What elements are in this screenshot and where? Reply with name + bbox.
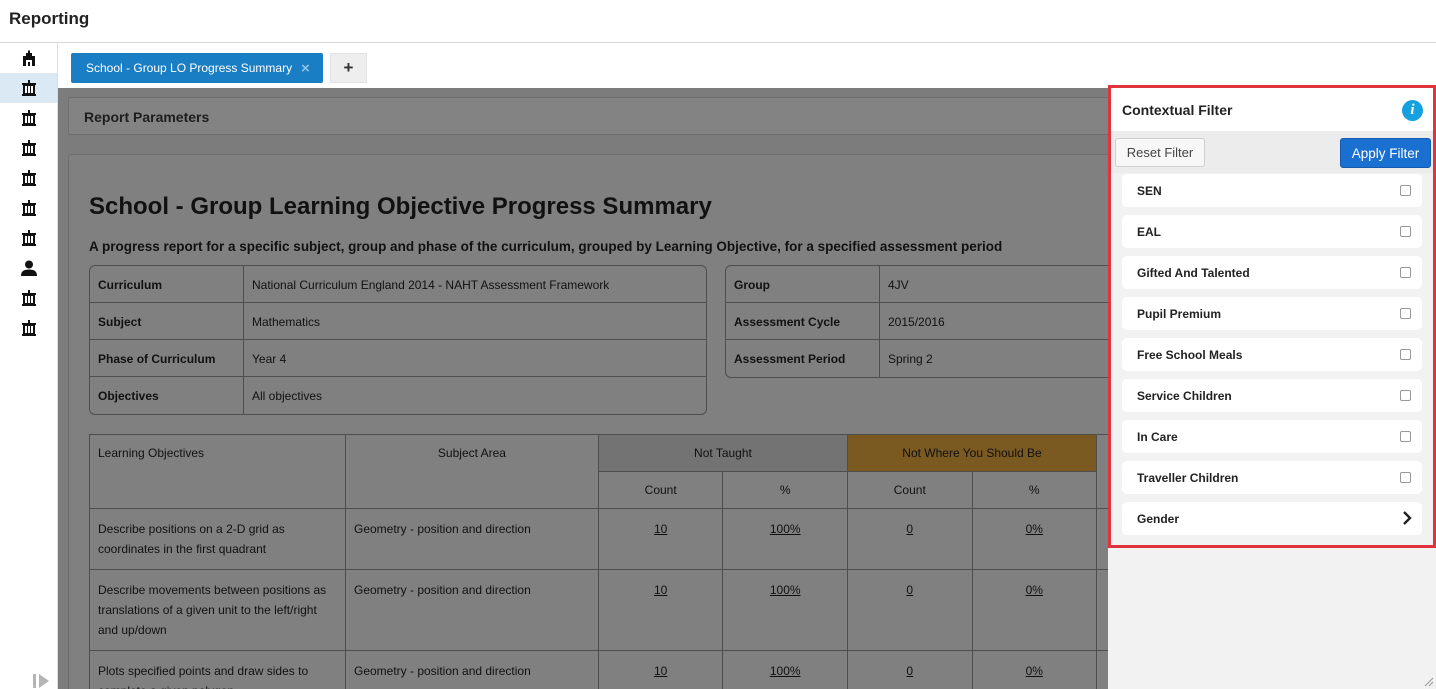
learning-objectives-table: Learning Objectives Subject Area Not Tau…: [89, 434, 1108, 689]
report-parameters-header[interactable]: Report Parameters: [68, 97, 1108, 135]
person-icon: [20, 260, 37, 276]
sidebar-item-school-6[interactable]: [0, 223, 57, 253]
overflow-cell: [1096, 650, 1108, 689]
col-header-not-taught: Not Taught: [597, 434, 849, 472]
sidebar-item-school-2[interactable]: [0, 103, 57, 133]
info-row: Subject Mathematics: [90, 303, 706, 340]
tab-bar: School - Group LO Progress Summary × +: [58, 43, 1436, 88]
sidebar-item-school-3[interactable]: [0, 133, 57, 163]
not-taught-percent-link[interactable]: 100%: [722, 569, 848, 651]
school-building-icon: [21, 170, 36, 186]
highlight-frame: [1108, 85, 1436, 548]
sidebar-collapse-icon[interactable]: [33, 674, 49, 688]
not-taught-percent-link[interactable]: 100%: [722, 650, 848, 689]
close-icon[interactable]: ×: [301, 61, 313, 76]
col-header-count: Count: [597, 471, 724, 509]
school-building-icon: [21, 80, 36, 96]
col-header-percent: %: [722, 471, 848, 509]
school-building-icon: [21, 290, 36, 306]
sidebar-item-school-group[interactable]: [0, 43, 57, 73]
info-key: Objectives: [90, 377, 244, 414]
school-building-icon: [21, 140, 36, 156]
info-row: Objectives All objectives: [90, 377, 706, 414]
info-key: Phase of Curriculum: [90, 340, 244, 376]
info-row: Assessment Cycle 2015/2016: [726, 303, 1108, 340]
info-row: Curriculum National Curriculum England 2…: [90, 266, 706, 303]
not-taught-count-link[interactable]: 10: [597, 508, 724, 570]
not-where-count-link[interactable]: 0: [847, 569, 973, 651]
info-row: Assessment Period Spring 2: [726, 340, 1108, 377]
report-content: Report Parameters School - Group Learnin…: [58, 88, 1108, 689]
table-row: Describe movements between positions as …: [89, 569, 1108, 651]
overflow-cell: [1096, 569, 1108, 651]
col-header-learning-objectives: Learning Objectives: [89, 434, 346, 509]
tab-lo-progress-summary[interactable]: School - Group LO Progress Summary ×: [71, 53, 323, 83]
info-value: Mathematics: [252, 315, 321, 329]
report-info-left: Curriculum National Curriculum England 2…: [89, 265, 707, 415]
info-key: Subject: [90, 303, 244, 339]
col-header-not-where-you-should-be: Not Where You Should Be: [847, 434, 1097, 472]
not-taught-percent-link[interactable]: 100%: [722, 508, 848, 570]
info-value: Year 4: [252, 352, 287, 366]
col-header-percent: %: [971, 471, 1098, 509]
info-value: 4JV: [888, 278, 909, 292]
info-value: Spring 2: [888, 352, 933, 366]
tab-label: School - Group LO Progress Summary: [86, 61, 293, 75]
sidebar-item-pupil[interactable]: [0, 253, 57, 283]
subject-area-cell: Geometry - position and direction: [344, 569, 599, 651]
info-row: Group 4JV: [726, 266, 1108, 303]
school-building-icon: [21, 200, 36, 216]
sidebar-item-school-7[interactable]: [0, 283, 57, 313]
subject-area-cell: Geometry - position and direction: [344, 650, 599, 689]
report-subtitle: A progress report for a specific subject…: [89, 239, 1003, 254]
school-building-icon: [21, 320, 36, 336]
info-key: Curriculum: [90, 266, 244, 302]
school-building-icon: [21, 230, 36, 246]
not-where-percent-link[interactable]: 0%: [971, 508, 1098, 570]
info-key: Assessment Cycle: [726, 303, 880, 339]
learning-objective-cell: Describe positions on a 2-D grid as coor…: [89, 508, 346, 570]
app-title: Reporting: [9, 9, 90, 28]
app-header: Reporting: [0, 0, 1436, 43]
col-header-count: Count: [847, 471, 973, 509]
sidebar-item-school-1[interactable]: [0, 73, 57, 103]
sidebar-item-school-4[interactable]: [0, 163, 57, 193]
not-taught-count-link[interactable]: 10: [597, 650, 724, 689]
info-value: 2015/2016: [888, 315, 945, 329]
school-group-icon: [22, 50, 35, 66]
info-value: All objectives: [252, 389, 323, 403]
sidebar-item-school-5[interactable]: [0, 193, 57, 223]
info-row: Phase of Curriculum Year 4: [90, 340, 706, 377]
report-info-right: Group 4JV Assessment Cycle 2015/2016 Ass…: [725, 265, 1108, 378]
not-taught-count-link[interactable]: 10: [597, 569, 724, 651]
table-row: Describe positions on a 2-D grid as coor…: [89, 508, 1108, 570]
sidebar: [0, 43, 58, 689]
learning-objective-cell: Plots specified points and draw sides to…: [89, 650, 346, 689]
table-row: Plots specified points and draw sides to…: [89, 650, 1108, 689]
info-value: National Curriculum England 2014 - NAHT …: [252, 278, 610, 292]
report-title: School - Group Learning Objective Progre…: [89, 193, 712, 220]
not-where-percent-link[interactable]: 0%: [971, 569, 1098, 651]
subject-area-cell: Geometry - position and direction: [344, 508, 599, 570]
learning-objective-cell: Describe movements between positions as …: [89, 569, 346, 651]
overflow-cell: [1096, 508, 1108, 570]
info-key: Group: [726, 266, 880, 302]
report-parameters-title: Report Parameters: [84, 109, 210, 125]
report-panel: School - Group Learning Objective Progre…: [68, 154, 1108, 689]
resize-handle-icon[interactable]: [1422, 675, 1434, 687]
sidebar-item-school-8[interactable]: [0, 313, 57, 343]
col-header-subject-area: Subject Area: [344, 434, 599, 509]
add-tab-button[interactable]: +: [330, 53, 367, 83]
school-building-icon: [21, 110, 36, 126]
not-where-count-link[interactable]: 0: [847, 650, 973, 689]
info-key: Assessment Period: [726, 340, 880, 377]
not-where-count-link[interactable]: 0: [847, 508, 973, 570]
col-header-overflow: [1096, 434, 1108, 509]
not-where-percent-link[interactable]: 0%: [971, 650, 1098, 689]
